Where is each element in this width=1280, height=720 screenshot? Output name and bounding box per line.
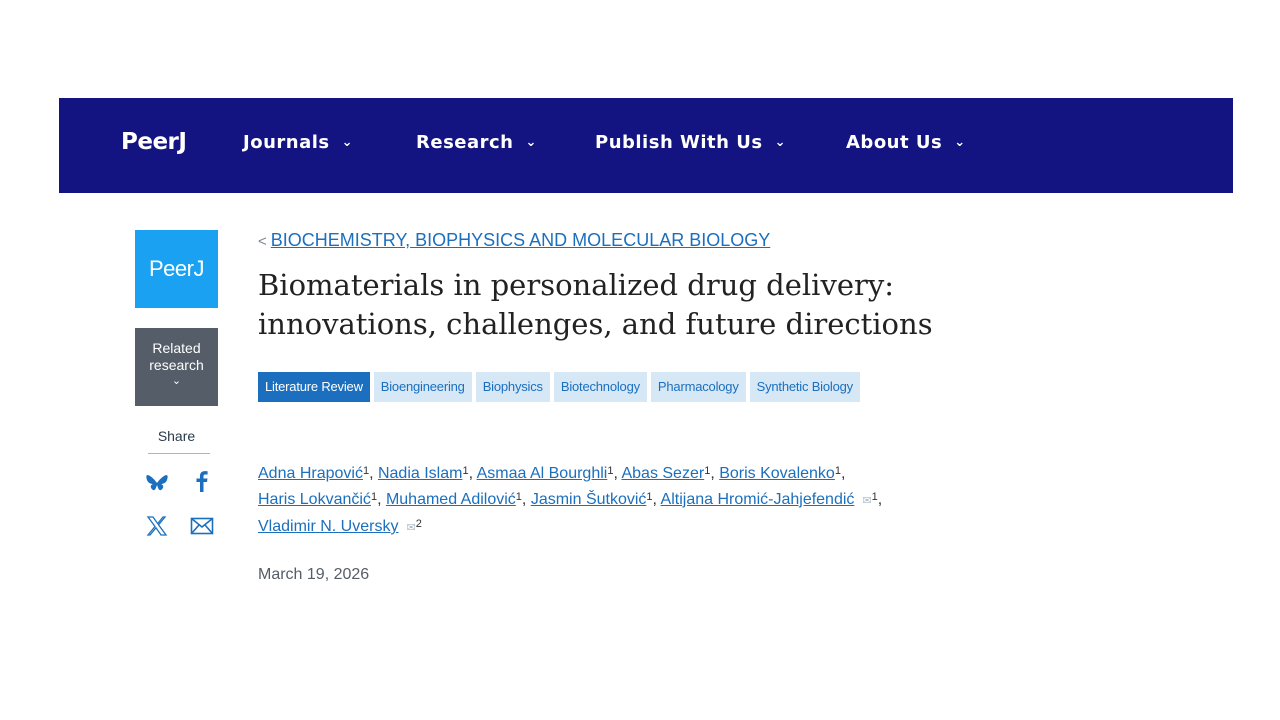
x-icon[interactable] xyxy=(144,513,170,539)
journal-logo[interactable]: PeerJ xyxy=(135,230,218,308)
nav-research[interactable]: Research ⌄ xyxy=(416,132,537,153)
author-link[interactable]: Haris Lokvančić xyxy=(258,491,371,508)
author-link[interactable]: Vladimir N. Uversky xyxy=(258,518,398,535)
chevron-down-icon: ⌄ xyxy=(525,135,537,150)
top-navbar: PeerJ Journals ⌄ Research ⌄ Publish With… xyxy=(59,98,1233,193)
article-title: Biomaterials in personalized drug delive… xyxy=(258,268,933,341)
tag-synthetic-biology[interactable]: Synthetic Biology xyxy=(749,372,860,402)
share-label: Share xyxy=(157,428,196,444)
chevron-down-icon: ⌄ xyxy=(954,135,966,150)
author-affiliation: 1 xyxy=(515,491,522,503)
author-link[interactable]: Adna Hrapović xyxy=(258,465,363,482)
author-affiliation: 1 xyxy=(607,465,614,477)
subject-tags: Literature Review Bioengineering Biophys… xyxy=(258,372,864,402)
bluesky-icon[interactable] xyxy=(144,469,170,495)
related-label-2: research xyxy=(149,357,204,373)
author-affiliation: 1 xyxy=(646,491,653,503)
author-link[interactable]: Nadia Islam xyxy=(378,465,462,482)
nav-about[interactable]: About Us ⌄ xyxy=(846,132,966,153)
chevron-down-icon: ⌄ xyxy=(774,135,786,150)
nav-publish-label: Publish With Us xyxy=(595,132,763,153)
tag-biophysics[interactable]: Biophysics xyxy=(475,372,550,402)
tag-biotechnology[interactable]: Biotechnology xyxy=(553,372,647,402)
breadcrumb: < BIOCHEMISTRY, BIOPHYSICS AND MOLECULAR … xyxy=(258,230,770,251)
author-link[interactable]: Asmaa Al Bourghli xyxy=(477,465,608,482)
author-list: Adna Hrapović1, Nadia Islam1, Asmaa Al B… xyxy=(258,461,1138,541)
author-affiliation: 1 xyxy=(370,491,378,503)
nav-journals[interactable]: Journals ⌄ xyxy=(243,132,353,153)
author-affiliation: 1 xyxy=(462,465,469,477)
peerj-logo[interactable]: PeerJ xyxy=(121,129,187,155)
author-link[interactable]: Altijana Hromić-Jahjefendić xyxy=(661,491,855,508)
back-chevron-icon: < xyxy=(258,233,267,250)
email-icon[interactable] xyxy=(189,513,215,539)
chevron-down-icon: ⌄ xyxy=(171,375,182,387)
nav-about-label: About Us xyxy=(846,132,943,153)
corresponding-email-icon[interactable]: ✉ xyxy=(862,488,871,514)
tag-literature-review[interactable]: Literature Review xyxy=(258,372,370,402)
author-link[interactable]: Abas Sezer xyxy=(621,465,704,482)
author-affiliation: 1 xyxy=(362,465,370,477)
nav-research-label: Research xyxy=(416,132,514,153)
chevron-down-icon: ⌄ xyxy=(341,135,354,150)
related-label-1: Related xyxy=(152,340,201,356)
author-affiliation: 2 xyxy=(415,518,422,530)
author-affiliation: 1 xyxy=(871,491,878,503)
corresponding-email-icon[interactable]: ✉ xyxy=(406,515,415,541)
share-divider xyxy=(148,453,210,454)
author-link[interactable]: Jasmin Šutković xyxy=(531,491,647,508)
author-affiliation: 1 xyxy=(834,465,841,477)
related-research-button[interactable]: Related research ⌄ xyxy=(135,328,218,406)
tag-bioengineering[interactable]: Bioengineering xyxy=(373,372,472,402)
tag-pharmacology[interactable]: Pharmacology xyxy=(650,372,746,402)
nav-publish[interactable]: Publish With Us ⌄ xyxy=(595,132,786,153)
facebook-icon[interactable] xyxy=(189,468,215,494)
publication-date: March 19, 2026 xyxy=(258,566,370,583)
breadcrumb-link[interactable]: BIOCHEMISTRY, BIOPHYSICS AND MOLECULAR B… xyxy=(271,230,770,250)
author-affiliation: 1 xyxy=(704,465,711,477)
nav-journals-label: Journals xyxy=(243,132,330,153)
author-link[interactable]: Boris Kovalenko xyxy=(719,465,835,482)
author-link[interactable]: Muhamed Adilović xyxy=(386,491,516,508)
